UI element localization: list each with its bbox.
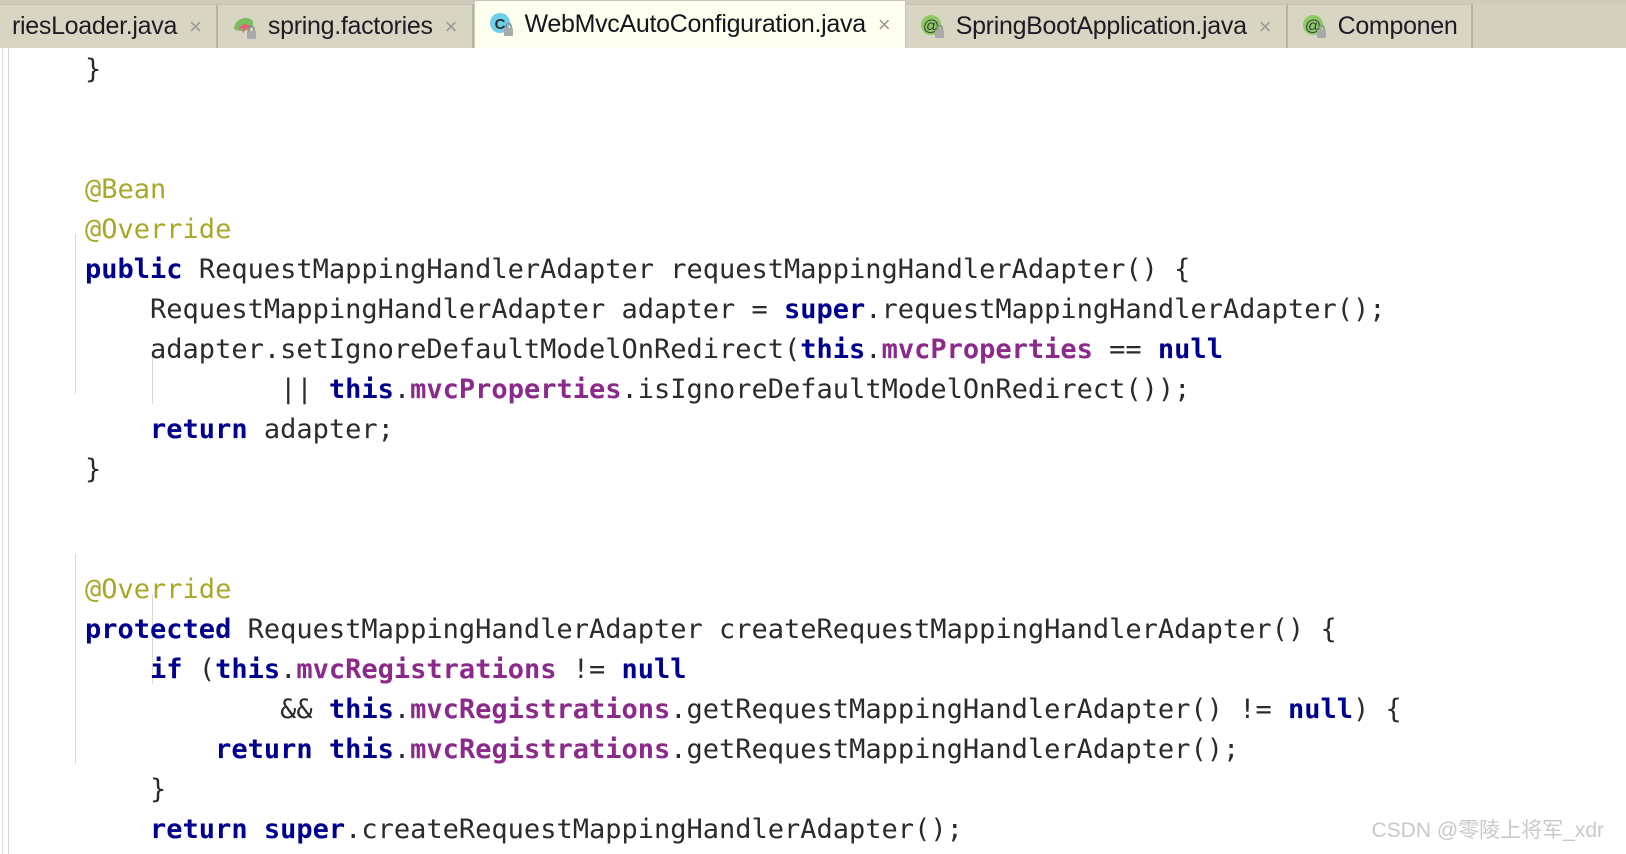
editor-tab-bar: riesLoader.java × spring.factories × C WebMvc… <box>0 0 1626 48</box>
code-token: ( <box>182 654 216 685</box>
java-annotation-at-icon: @ <box>918 12 948 42</box>
editor-tab-1[interactable]: spring.factories × <box>217 4 474 48</box>
java-annotation-at-icon: @ <box>1300 12 1330 42</box>
code-token: null <box>621 654 687 685</box>
code-token: != <box>556 654 622 685</box>
code-line: @Override <box>20 570 1402 610</box>
code-line: public RequestMappingHandlerAdapter requ… <box>20 250 1402 290</box>
code-line: && this.mvcRegistrations.getRequestMappi… <box>20 690 1402 730</box>
code-token: || <box>20 374 329 405</box>
source-code-text[interactable]: } @Bean @Override public RequestMappingH… <box>20 50 1402 854</box>
code-token: if <box>20 654 183 685</box>
code-line: adapter.setIgnoreDefaultModelOnRedirect(… <box>20 330 1402 370</box>
ide-editor-window: riesLoader.java × spring.factories × C WebMvc… <box>0 0 1626 854</box>
editor-tab-label: WebMvcAutoConfiguration.java <box>524 10 867 38</box>
code-token: } <box>20 774 167 805</box>
code-token: RequestMappingHandlerAdapter requestMapp… <box>182 254 1191 285</box>
code-token: mvcRegistrations <box>296 654 557 685</box>
code-token: .requestMappingHandlerAdapter(); <box>865 294 1386 325</box>
code-line: || this.mvcProperties.isIgnoreDefaultMod… <box>20 370 1402 410</box>
code-line: } <box>20 50 1402 90</box>
editor-tab-label: SpringBootApplication.java <box>955 12 1247 40</box>
code-line: return this.mvcRegistrations.getRequestM… <box>20 730 1402 770</box>
code-token: return <box>20 414 248 445</box>
editor-tab-0[interactable]: riesLoader.java × <box>0 4 218 48</box>
close-icon[interactable]: × <box>1259 15 1272 38</box>
svg-text:C: C <box>494 16 505 33</box>
code-token: .getRequestMappingHandlerAdapter() != <box>670 694 1288 725</box>
code-line: } <box>20 770 1402 810</box>
code-token: .isIgnoreDefaultModelOnRedirect()); <box>621 374 1191 405</box>
code-token: mvcProperties <box>410 374 622 405</box>
code-token: . <box>393 734 411 765</box>
code-token: @Bean <box>20 174 167 205</box>
close-icon[interactable]: × <box>189 15 202 38</box>
editor-tab-label: Componen <box>1337 12 1458 40</box>
code-token: .getRequestMappingHandlerAdapter(); <box>670 734 1240 765</box>
java-class-c-icon: C <box>487 10 517 40</box>
code-line: return adapter; <box>20 410 1402 450</box>
code-token: RequestMappingHandlerAdapter createReque… <box>231 614 1337 645</box>
code-token: adapter.setIgnoreDefaultModelOnRedirect( <box>20 334 801 365</box>
code-token: mvcRegistrations <box>410 734 671 765</box>
code-line: return super.createRequestMappingHandler… <box>20 810 1402 850</box>
code-token: return <box>20 814 248 845</box>
code-token: && <box>20 694 329 725</box>
code-token: public <box>20 254 183 285</box>
code-token: @Override <box>20 574 232 605</box>
code-token: super <box>263 814 346 845</box>
code-token: return <box>20 734 313 765</box>
code-token: . <box>865 334 882 365</box>
code-token: == <box>1092 334 1158 365</box>
code-token: null <box>1157 334 1223 365</box>
code-token: } <box>20 454 102 485</box>
code-token: this <box>800 334 866 365</box>
editor-tab-4[interactable]: @ Componen <box>1287 4 1474 48</box>
code-line: RequestMappingHandlerAdapter adapter = s… <box>20 290 1402 330</box>
code-token: . <box>280 654 297 685</box>
code-token: .createRequestMappingHandlerAdapter(); <box>345 814 963 845</box>
code-line: @Bean <box>20 170 1402 210</box>
close-icon[interactable]: × <box>878 13 891 36</box>
csdn-watermark: CSDN @零陵上将军_xdr <box>1371 819 1604 842</box>
code-line: } <box>20 850 1402 854</box>
code-line: } <box>20 450 1402 490</box>
editor-tab-3[interactable]: @ SpringBootApplication.java × <box>905 4 1288 48</box>
code-token: mvcProperties <box>881 334 1093 365</box>
code-token: ) { <box>1353 694 1402 725</box>
code-editor-pane[interactable]: } @Bean @Override public RequestMappingH… <box>0 48 1626 854</box>
code-token: mvcRegistrations <box>410 694 671 725</box>
gutter-separator <box>8 48 9 854</box>
code-token: protected <box>20 614 232 645</box>
code-token: this <box>328 734 394 765</box>
code-line: if (this.mvcRegistrations != null <box>20 650 1402 690</box>
editor-tab-label: riesLoader.java <box>12 12 178 40</box>
code-token: this <box>328 374 394 405</box>
code-token: } <box>20 54 102 85</box>
code-token: . <box>393 694 411 725</box>
code-token: null <box>1287 694 1353 725</box>
code-token: this <box>328 694 394 725</box>
close-icon[interactable]: × <box>445 15 458 38</box>
spring-leaf-icon <box>230 12 260 42</box>
code-token: adapter; <box>247 414 394 445</box>
code-token: RequestMappingHandlerAdapter adapter = <box>20 294 785 325</box>
editor-tab-label: spring.factories <box>267 12 433 40</box>
editor-tab-2[interactable]: C WebMvcAutoConfiguration.java × <box>473 0 906 48</box>
code-token: . <box>393 374 411 405</box>
code-line: @Override <box>20 210 1402 250</box>
code-token: this <box>215 654 281 685</box>
gutter-outer-border <box>2 48 3 854</box>
code-token: super <box>784 294 866 325</box>
code-token: @Override <box>20 214 232 245</box>
code-line: protected RequestMappingHandlerAdapter c… <box>20 610 1402 650</box>
